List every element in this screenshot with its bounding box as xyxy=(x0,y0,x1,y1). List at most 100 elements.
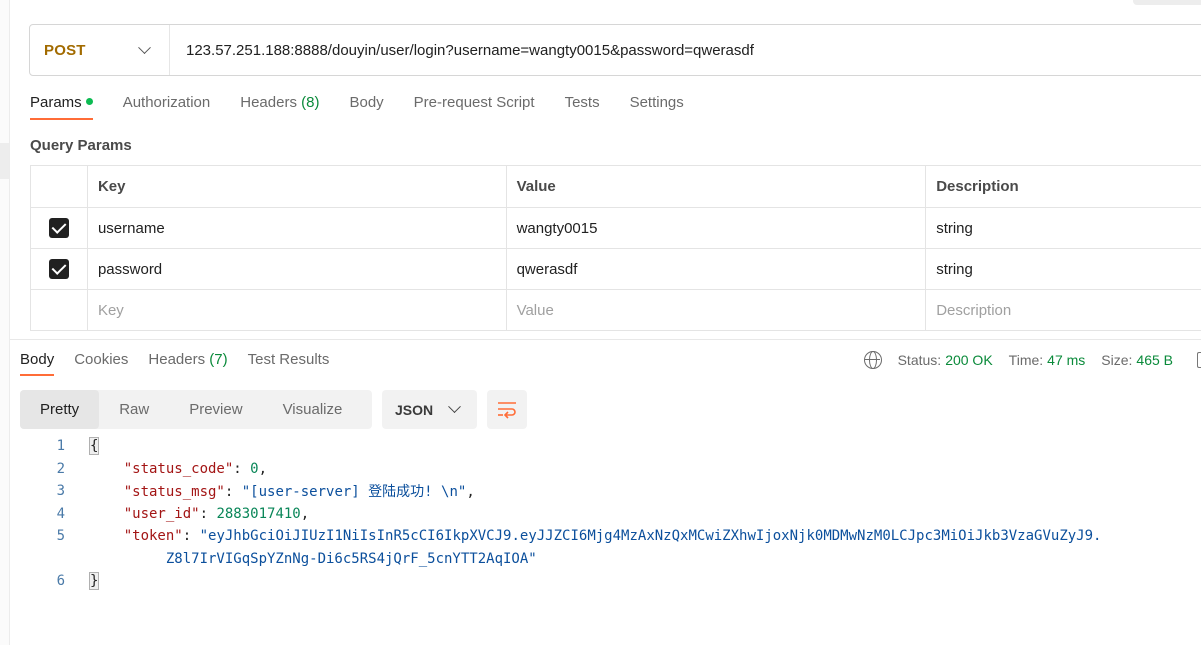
globe-icon[interactable] xyxy=(863,351,882,369)
view-mode-selector: Pretty Raw Preview Visualize xyxy=(20,390,372,429)
word-wrap-button[interactable] xyxy=(487,390,527,429)
param-description[interactable]: string xyxy=(925,207,1201,249)
word-wrap-icon xyxy=(498,401,516,419)
response-body-code[interactable]: 1 { 2 "status_code": 0, 3 "status_msg": … xyxy=(20,435,1101,593)
checkbox-checked-icon[interactable] xyxy=(48,218,69,238)
table-row-empty: Key Value Description xyxy=(30,289,1201,331)
code-line: 5 "token": "eyJhbGciOiJIUzI1NiIsInR5cCI6… xyxy=(20,525,1102,548)
method-select[interactable]: POST xyxy=(30,25,170,75)
tab-count: (8) xyxy=(301,94,320,111)
tab-headers[interactable]: Headers (8) xyxy=(240,94,319,120)
size-label: Size: xyxy=(1101,352,1133,368)
top-right-tab-edge xyxy=(1133,0,1201,5)
tab-label: Test Results xyxy=(247,351,330,368)
sidebar-marker xyxy=(0,143,9,179)
json-key: "token" xyxy=(123,528,183,545)
line-number: 3 xyxy=(56,483,65,500)
tab-label: Cookies xyxy=(74,351,129,368)
json-number: 2883017410 xyxy=(216,505,301,522)
row-checkbox-cell xyxy=(30,248,88,290)
param-description[interactable]: string xyxy=(925,248,1201,290)
param-value[interactable]: qwerasdf xyxy=(505,248,927,290)
tab-body[interactable]: Body xyxy=(349,94,383,120)
tab-label: Tests xyxy=(564,94,600,111)
save-response-icon[interactable] xyxy=(1197,352,1201,368)
tab-label: Settings xyxy=(629,94,684,111)
response-tab-cookies[interactable]: Cookies xyxy=(74,351,128,376)
view-preview[interactable]: Preview xyxy=(169,390,262,429)
status-label: Status: xyxy=(897,352,942,368)
json-key: "status_msg" xyxy=(123,484,225,501)
time-value[interactable]: 47 ms xyxy=(1047,352,1085,368)
response-status: Status: 200 OK Time: 47 ms Size: 465 B xyxy=(863,351,1201,369)
format-label: JSON xyxy=(395,401,434,418)
tab-pre-request-script[interactable]: Pre-request Script xyxy=(414,94,535,120)
json-number: 0 xyxy=(250,460,259,477)
tab-authorization[interactable]: Authorization xyxy=(123,94,211,120)
line-number: 2 xyxy=(56,460,65,477)
checkbox-checked-icon[interactable] xyxy=(48,259,69,279)
description-column-header: Description xyxy=(925,165,1201,208)
method-label: POST xyxy=(44,41,86,59)
code-line: 3 "status_msg": "[user-server] 登陆成功! \n"… xyxy=(20,480,1101,503)
json-string: "[user-server] 登陆成功! \n" xyxy=(241,484,467,501)
tab-count: (7) xyxy=(209,351,228,368)
close-brace: } xyxy=(88,572,100,591)
left-sidebar-edge xyxy=(0,0,10,645)
active-dot-icon xyxy=(85,97,93,105)
value-column-header: Value xyxy=(505,165,927,208)
key-column-header: Key xyxy=(86,165,507,208)
tab-label: Headers xyxy=(240,94,297,111)
status-value[interactable]: 200 OK xyxy=(945,352,992,368)
json-key: "user_id" xyxy=(123,505,200,522)
request-tabs: Params Authorization Headers (8) Body Pr… xyxy=(30,94,714,120)
code-line-wrapped: Z8l7IrVIGqSpYZnNg-Di6c5RS4jQrF_5cnYTT2Aq… xyxy=(20,548,1101,571)
url-input[interactable] xyxy=(170,41,1170,59)
response-tab-test-results[interactable]: Test Results xyxy=(248,351,330,376)
format-select[interactable]: JSON xyxy=(382,390,477,429)
code-line: 2 "status_code": 0, xyxy=(20,458,1101,481)
query-params-title: Query Params xyxy=(30,137,132,154)
view-pretty[interactable]: Pretty xyxy=(20,390,100,429)
tab-label: Body xyxy=(349,94,384,111)
pane-divider[interactable] xyxy=(10,339,1201,340)
response-tab-headers[interactable]: Headers (7) xyxy=(148,351,227,376)
tab-label: Pre-request Script xyxy=(413,94,535,111)
query-params-table: Key Value Description username wangty001… xyxy=(30,165,1201,331)
checkbox-header xyxy=(30,165,88,208)
tab-settings[interactable]: Settings xyxy=(630,94,684,120)
tab-label: Authorization xyxy=(122,94,211,111)
line-number: 4 xyxy=(56,505,65,522)
view-visualize[interactable]: Visualize xyxy=(263,390,363,429)
time-label: Time: xyxy=(1008,352,1044,368)
size-value[interactable]: 465 B xyxy=(1136,352,1173,368)
tab-tests[interactable]: Tests xyxy=(565,94,600,120)
row-checkbox-cell xyxy=(30,289,88,331)
new-value-input[interactable]: Value xyxy=(505,289,927,331)
line-number: 5 xyxy=(56,528,65,545)
line-number: 1 xyxy=(56,438,65,455)
open-brace: { xyxy=(88,437,100,456)
json-key: "status_code" xyxy=(123,460,234,477)
param-value[interactable]: wangty0015 xyxy=(505,207,927,249)
tab-params[interactable]: Params xyxy=(30,94,93,120)
chevron-down-icon xyxy=(138,40,151,54)
request-url-bar: POST xyxy=(29,24,1201,76)
tab-label: Headers xyxy=(148,351,206,368)
view-raw[interactable]: Raw xyxy=(99,390,169,429)
table-row: password qwerasdf string xyxy=(30,248,1201,290)
table-row: username wangty0015 string xyxy=(30,207,1201,249)
param-key[interactable]: username xyxy=(86,207,507,249)
row-checkbox-cell xyxy=(30,207,88,249)
code-line: 6 } xyxy=(20,570,1101,593)
json-string: Z8l7IrVIGqSpYZnNg-Di6c5RS4jQrF_5cnYTT2Aq… xyxy=(165,550,537,567)
chevron-down-icon xyxy=(448,400,461,414)
tab-label: Body xyxy=(20,351,55,368)
param-key[interactable]: password xyxy=(86,248,507,290)
line-number: 6 xyxy=(56,573,65,590)
table-header-row: Key Value Description xyxy=(30,165,1201,208)
response-tab-body[interactable]: Body xyxy=(20,351,55,376)
new-description-input[interactable]: Description xyxy=(925,289,1201,331)
new-key-input[interactable]: Key xyxy=(86,289,507,331)
json-string: "eyJhbGciOiJIUzI1NiIsInR5cCI6IkpXVCJ9.ey… xyxy=(199,528,1102,545)
